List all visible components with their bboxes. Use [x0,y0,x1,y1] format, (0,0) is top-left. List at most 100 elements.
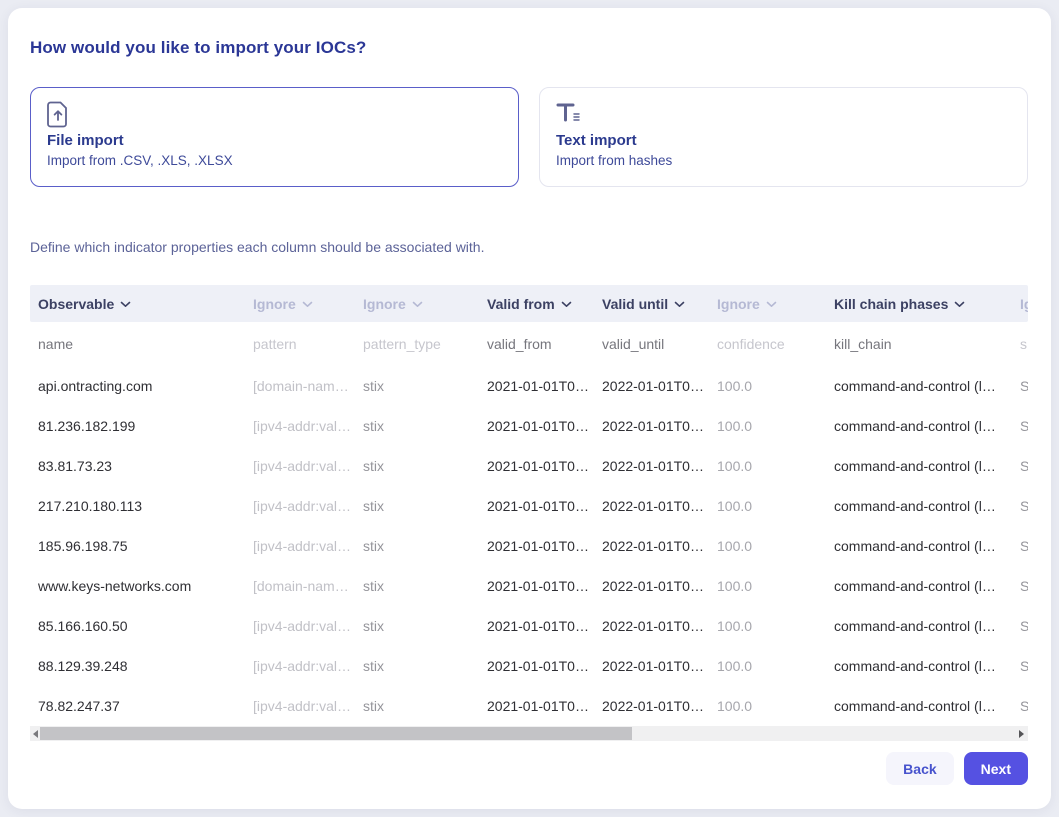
column-header-label: Ignore [717,296,760,312]
cell-valid_until: 2022-01-01T0… [602,578,717,594]
horizontal-scrollbar[interactable] [30,726,1028,741]
cell-s: S [1020,538,1028,554]
csv-field-s: s [1020,336,1028,352]
cell-pattern_type: stix [363,578,487,594]
cell-valid_from: 2021-01-01T0… [487,618,602,634]
column-header-label: Valid until [602,296,668,312]
table-row: 83.81.73.23[ipv4-addr:val…stix2021-01-01… [30,446,1028,486]
column-header-row: ObservableIgnoreIgnoreValid fromValid un… [30,285,1028,322]
chevron-down-icon [302,301,313,308]
table-row: 78.82.247.37[ipv4-addr:val…stix2021-01-0… [30,686,1028,726]
column-header-7-ignore[interactable]: Ignore [1020,296,1028,312]
column-header-0-observable[interactable]: Observable [38,296,253,312]
cell-pattern_type: stix [363,498,487,514]
table-row: 88.129.39.248[ipv4-addr:val…stix2021-01-… [30,646,1028,686]
chevron-down-icon [412,301,423,308]
cell-pattern: [domain-nam… [253,578,363,594]
cell-confidence: 100.0 [717,538,834,554]
cell-name: 185.96.198.75 [38,538,253,554]
back-button[interactable]: Back [886,752,953,785]
page-title: How would you like to import your IOCs? [30,38,1028,58]
cell-pattern: [ipv4-addr:val… [253,498,363,514]
cell-name: 88.129.39.248 [38,658,253,674]
cell-valid_until: 2022-01-01T0… [602,698,717,714]
cell-pattern: [ipv4-addr:val… [253,618,363,634]
cell-valid_until: 2022-01-01T0… [602,458,717,474]
chevron-down-icon [561,301,572,308]
cell-kill_chain: command-and-control (l… [834,658,1020,674]
text-import-card[interactable]: Text import Import from hashes [539,87,1028,187]
csv-field-kill-chain: kill_chain [834,336,1020,352]
text-import-subtitle: Import from hashes [556,153,1011,168]
cell-s: S [1020,378,1028,394]
cell-s: S [1020,498,1028,514]
cell-kill_chain: command-and-control (l… [834,698,1020,714]
table-row: 217.210.180.113[ipv4-addr:val…stix2021-0… [30,486,1028,526]
table-body: api.ontracting.com[domain-nam…stix2021-0… [30,366,1028,726]
column-header-4-valid-until[interactable]: Valid until [602,296,717,312]
scroll-right-arrow-icon[interactable] [1019,730,1024,738]
cell-s: S [1020,698,1028,714]
column-header-label: Ignore [363,296,406,312]
cell-name: 217.210.180.113 [38,498,253,514]
cell-pattern_type: stix [363,418,487,434]
cell-s: S [1020,578,1028,594]
column-header-label: Valid from [487,296,555,312]
cell-name: 85.166.160.50 [38,618,253,634]
scroll-left-arrow-icon[interactable] [33,730,38,738]
cell-s: S [1020,658,1028,674]
cell-pattern: [ipv4-addr:val… [253,458,363,474]
table-row: 185.96.198.75[ipv4-addr:val…stix2021-01-… [30,526,1028,566]
cell-name: api.ontracting.com [38,378,253,394]
cell-pattern_type: stix [363,538,487,554]
table-row: 85.166.160.50[ipv4-addr:val…stix2021-01-… [30,606,1028,646]
cell-valid_until: 2022-01-01T0… [602,618,717,634]
cell-confidence: 100.0 [717,698,834,714]
cell-name: 78.82.247.37 [38,698,253,714]
cell-pattern: [ipv4-addr:val… [253,658,363,674]
column-header-5-ignore[interactable]: Ignore [717,296,834,312]
cell-valid_until: 2022-01-01T0… [602,658,717,674]
cell-name: 81.236.182.199 [38,418,253,434]
column-header-1-ignore[interactable]: Ignore [253,296,363,312]
chevron-down-icon [954,301,965,308]
column-mapping-table: ObservableIgnoreIgnoreValid fromValid un… [30,285,1028,726]
column-header-label: Ignore [253,296,296,312]
scrollbar-thumb[interactable] [40,727,632,740]
cell-kill_chain: command-and-control (l… [834,458,1020,474]
file-import-card[interactable]: File import Import from .CSV, .XLS, .XLS… [30,87,519,187]
column-header-label: Kill chain phases [834,296,948,312]
cell-pattern_type: stix [363,698,487,714]
cell-valid_until: 2022-01-01T0… [602,498,717,514]
cell-valid_from: 2021-01-01T0… [487,378,602,394]
cell-pattern: [ipv4-addr:val… [253,698,363,714]
cell-kill_chain: command-and-control (l… [834,498,1020,514]
cell-pattern_type: stix [363,658,487,674]
text-import-icon [556,101,1011,129]
cell-confidence: 100.0 [717,498,834,514]
cell-valid_from: 2021-01-01T0… [487,658,602,674]
column-header-3-valid-from[interactable]: Valid from [487,296,602,312]
file-import-subtitle: Import from .CSV, .XLS, .XLSX [47,153,502,168]
cell-s: S [1020,458,1028,474]
next-button[interactable]: Next [964,752,1028,785]
cell-name: www.keys-networks.com [38,578,253,594]
cell-confidence: 100.0 [717,658,834,674]
chevron-down-icon [674,301,685,308]
csv-field-pattern-type: pattern_type [363,336,487,352]
cell-s: S [1020,618,1028,634]
column-header-2-ignore[interactable]: Ignore [363,296,487,312]
file-import-title: File import [47,132,502,149]
cell-pattern_type: stix [363,618,487,634]
cell-valid_from: 2021-01-01T0… [487,498,602,514]
column-header-label: Ignore [1020,296,1028,312]
cell-pattern: [ipv4-addr:val… [253,538,363,554]
cell-valid_until: 2022-01-01T0… [602,418,717,434]
table-row: 81.236.182.199[ipv4-addr:val…stix2021-01… [30,406,1028,446]
cell-valid_from: 2021-01-01T0… [487,458,602,474]
import-dialog: How would you like to import your IOCs? … [8,8,1051,809]
csv-field-row: namepatternpattern_typevalid_fromvalid_u… [30,322,1028,366]
column-header-6-kill-chain-phases[interactable]: Kill chain phases [834,296,1020,312]
csv-field-valid-from: valid_from [487,336,602,352]
cell-valid_from: 2021-01-01T0… [487,538,602,554]
